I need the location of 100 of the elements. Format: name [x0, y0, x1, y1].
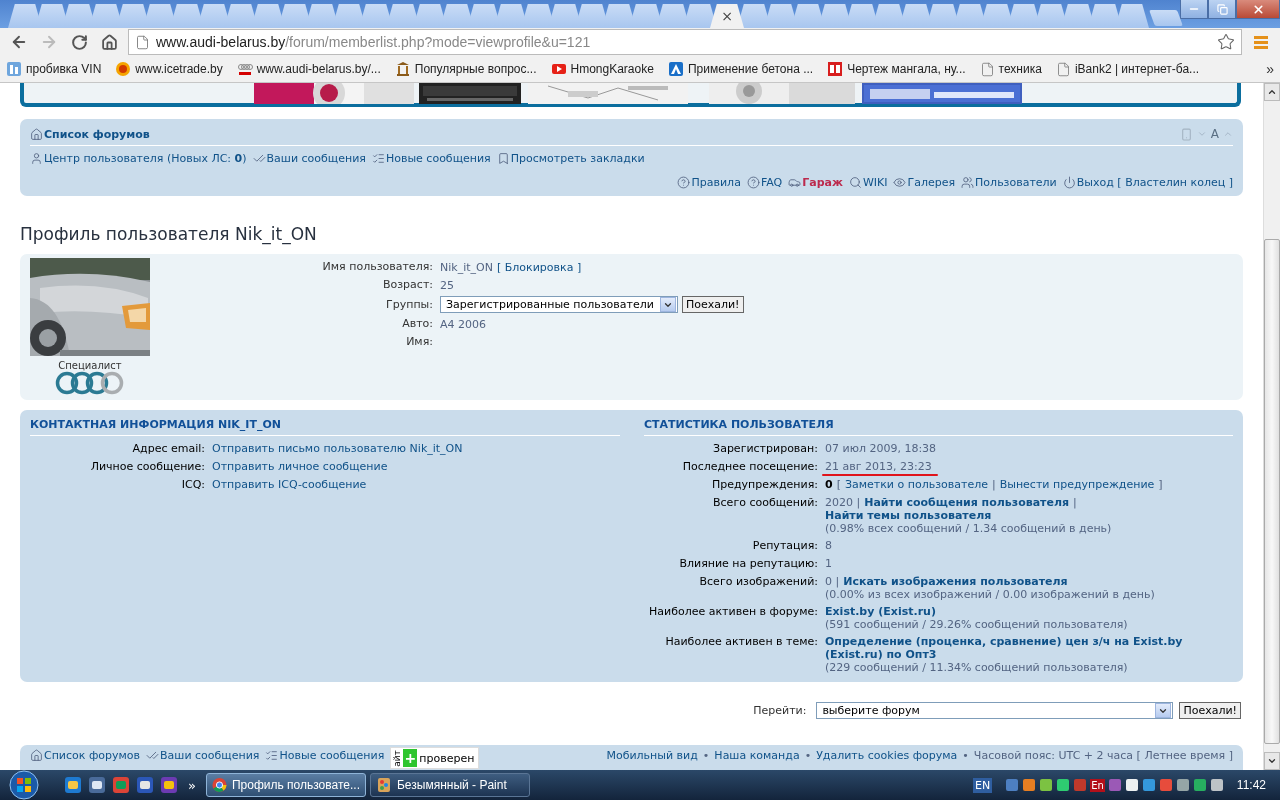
info-label: Репутация: [752, 539, 818, 553]
browser-tab[interactable] [1115, 4, 1149, 28]
stat-link[interactable]: Найти сообщения пользователя [864, 496, 1070, 509]
font-smaller-icon[interactable] [1196, 129, 1207, 139]
stat-value: 0 | [825, 575, 840, 588]
tray-badge[interactable]: En [1090, 778, 1105, 792]
maximize-button[interactable] [1208, 0, 1236, 19]
scroll-thumb[interactable] [1264, 239, 1280, 744]
bookmark-item[interactable]: www.audi-belarus.by/... [236, 61, 381, 77]
bookmark-item[interactable]: Применение бетона ... [667, 61, 814, 77]
home-icon [30, 749, 43, 762]
stat-link[interactable]: Искать изображения пользователя [843, 575, 1068, 588]
separator: • [962, 749, 969, 762]
rank-title: Специалист [58, 360, 122, 371]
nav-link[interactable]: Выход [ Властелин колец ] [1076, 175, 1233, 189]
info-label: Зарегистрирован: [713, 442, 818, 456]
forum-select[interactable]: выберите форум [816, 702, 1174, 719]
bookmark-item[interactable]: пробивка VIN [6, 61, 102, 77]
menu-icon[interactable] [1252, 34, 1270, 50]
section-title: КОНТАКТНАЯ ИНФОРМАЦИЯ NIK_IT_ON [30, 418, 620, 436]
nav-link[interactable]: Галерея [907, 175, 956, 189]
footer-link[interactable]: Мобильный вид [606, 749, 698, 762]
info-label: Адрес email: [132, 442, 205, 456]
forum-index-link[interactable]: Список форумов [30, 127, 150, 141]
plus-sign: + [403, 749, 418, 767]
nav-link[interactable]: Ваши сообщения [266, 151, 366, 165]
nav-link[interactable]: Пользователи [975, 175, 1057, 189]
font-larger-icon[interactable] [1223, 129, 1233, 139]
footer-link[interactable]: Наша команда [714, 749, 800, 762]
tray-icon[interactable] [1209, 778, 1224, 792]
bookmark-item[interactable]: www.icetrade.by [115, 61, 223, 77]
info-label: Последнее посещение: [682, 460, 818, 474]
restore-icon[interactable] [1216, 3, 1228, 15]
stat-value: | [991, 478, 996, 491]
stat-link[interactable]: Вынести предупреждение [999, 478, 1155, 491]
bookmark-item[interactable]: Чертеж мангала, ну... [827, 61, 966, 77]
stat-link[interactable]: Заметки о пользователе [844, 478, 988, 491]
address-bar[interactable]: www.audi-belarus.by/forum/memberlist.php?mode=viewprofile&u=121 [128, 29, 1242, 55]
nav-link[interactable]: FAQ [760, 175, 783, 189]
go-button[interactable]: Поехали! [1179, 702, 1241, 719]
stat-link[interactable]: Определение (проценка, сравнение) цен з/ч на Exist.by (Exist.ru) по Опт3 [825, 635, 1233, 661]
jump-label: Перейти: [753, 704, 807, 717]
stat-value: [ [836, 478, 841, 491]
contact-link[interactable]: Отправить личное сообщение [212, 460, 388, 473]
footer-link[interactable]: Удалить cookies форума [816, 749, 958, 762]
badge-label: проверен [419, 751, 475, 765]
nav-link[interactable]: Гараж [802, 175, 843, 189]
contact-link[interactable]: Отправить ICQ-сообщение [212, 478, 367, 491]
info-label: Всего изображений: [699, 575, 818, 590]
taskbar-button[interactable]: Безымянный - Paint [369, 773, 530, 797]
browser-tab[interactable]: × [710, 4, 744, 28]
font-size-label: A [1210, 127, 1219, 141]
stat-link[interactable]: Найти темы пользователя [825, 509, 992, 522]
footer-link[interactable]: Ваши сообщения [160, 749, 260, 762]
new-tab-button[interactable] [1149, 10, 1183, 26]
mountain-icon [667, 61, 684, 77]
stat-link[interactable]: Exist.by (Exist.ru) [825, 605, 936, 618]
nav-link[interactable]: WIKI [862, 175, 888, 189]
tray-icon[interactable] [1175, 778, 1190, 792]
mobile-icon[interactable] [1179, 127, 1193, 141]
nav-link[interactable]: Просмотреть закладки [510, 151, 645, 165]
minimize-button[interactable] [1180, 0, 1208, 19]
nav-link[interactable]: Правила [691, 175, 741, 189]
tray-icon[interactable] [1039, 778, 1054, 792]
close-button[interactable] [1236, 0, 1280, 19]
bookmark-item[interactable]: техника [979, 61, 1042, 77]
scroll-up-icon[interactable] [1267, 87, 1277, 97]
field-value: A4 2006 [440, 317, 486, 331]
footer-link[interactable]: Новые сообщения [279, 749, 385, 762]
tray-icon[interactable] [1056, 778, 1071, 792]
bookmark-item[interactable]: HmongKaraoke [550, 61, 654, 77]
clock: 11:42 [1236, 778, 1266, 792]
tray-icon[interactable] [1124, 778, 1139, 792]
contact-link[interactable]: Отправить письмо пользователю Nik_it_ON [212, 442, 463, 455]
site-icon [6, 61, 22, 77]
taskbar-button[interactable]: Профиль пользовате... [205, 773, 366, 797]
scroll-down-icon[interactable] [1267, 756, 1277, 766]
stat-value: 8 [825, 539, 832, 552]
bookmark-item[interactable]: Популярные вопрос... [394, 61, 537, 77]
tray-icon[interactable] [1192, 778, 1207, 792]
more-bookmarks-button[interactable]: » [1266, 61, 1274, 77]
group-select[interactable]: Зарегистрированные пользователи [440, 296, 678, 313]
url-path: /forum/memberlist.php?mode=viewprofile&u=121 [285, 34, 591, 50]
nav-link[interactable]: Новые сообщения [385, 151, 491, 165]
bookmark-item[interactable]: iBank2 | интернет-ба... [1055, 61, 1200, 77]
scrollbar[interactable] [1263, 83, 1280, 770]
more-button[interactable]: » [188, 777, 196, 793]
nav-link[interactable]: Центр пользователя (Новых ЛС: 0) [44, 151, 247, 165]
tray-icon[interactable] [1022, 778, 1037, 792]
stat-note: (591 сообщений / 29.26% сообщений пользователя) [825, 618, 1129, 631]
bookmark-icon [496, 151, 510, 165]
footer-link[interactable]: Список форумов [44, 749, 141, 762]
close-tab-button[interactable]: × [721, 9, 733, 23]
pillar-icon [394, 61, 411, 77]
bookmark-star-icon[interactable] [1217, 33, 1235, 51]
page-title: Профиль пользователя Nik_it_ON [20, 224, 318, 244]
close-icon[interactable] [1251, 2, 1265, 16]
ban-link[interactable]: [ Блокировка ] [496, 260, 582, 274]
go-button[interactable]: Поехали! [681, 296, 744, 313]
language-indicator[interactable]: EN [973, 777, 993, 793]
